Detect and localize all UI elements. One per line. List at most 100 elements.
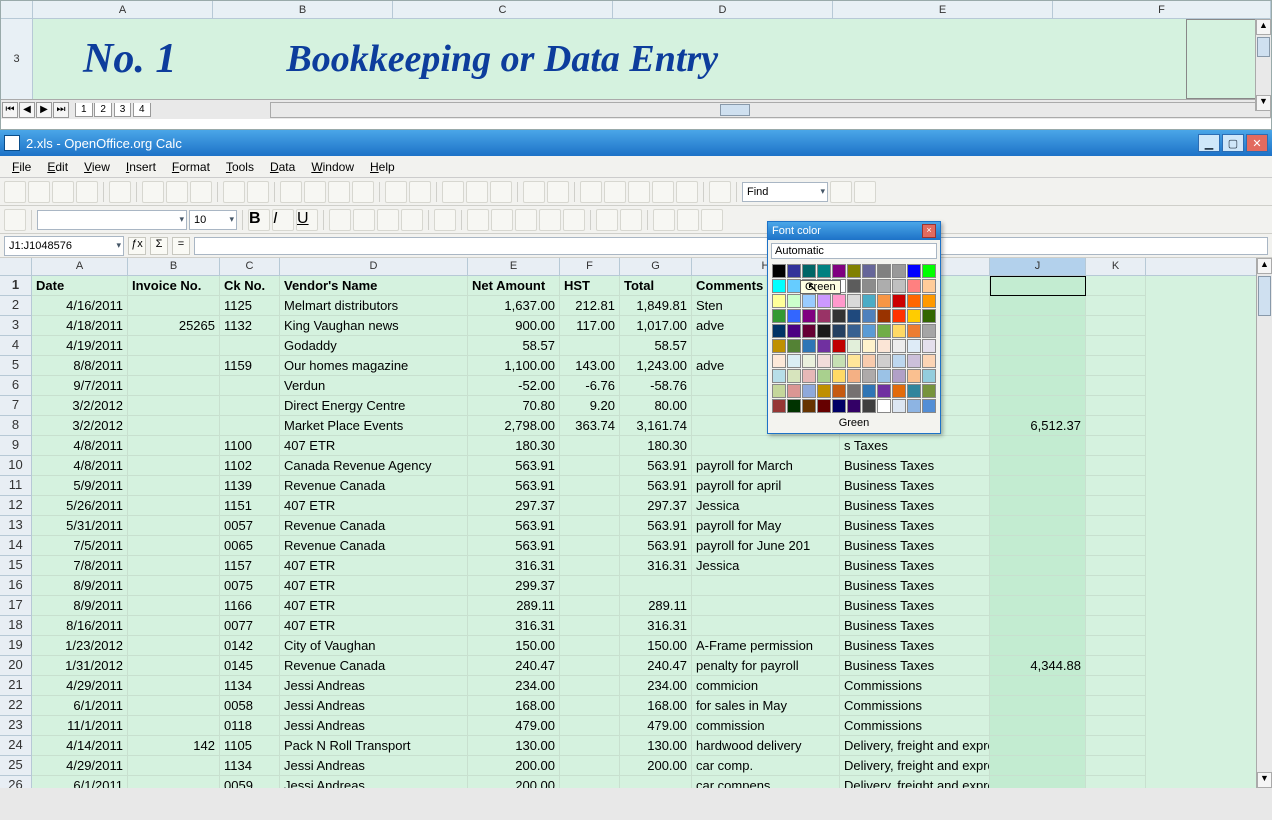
cell[interactable] (560, 476, 620, 496)
cell[interactable]: 479.00 (468, 716, 560, 736)
cell[interactable] (1086, 776, 1146, 788)
color-swatch[interactable] (922, 354, 936, 368)
cell[interactable]: 6/1/2011 (32, 776, 128, 788)
cell[interactable]: City of Vaughan (280, 636, 468, 656)
cell[interactable]: commicion (692, 676, 840, 696)
cell[interactable]: Invoice No. (128, 276, 220, 296)
cell[interactable]: 407 ETR (280, 496, 468, 516)
color-swatch[interactable] (847, 384, 861, 398)
cell[interactable]: Date (32, 276, 128, 296)
col-header-j[interactable]: J (990, 258, 1086, 275)
color-swatch[interactable] (877, 384, 891, 398)
cell[interactable] (220, 336, 280, 356)
cell[interactable] (128, 296, 220, 316)
cell[interactable] (560, 656, 620, 676)
col-header-a[interactable]: A (32, 258, 128, 275)
color-swatch[interactable] (817, 264, 831, 278)
color-swatch[interactable] (847, 369, 861, 383)
col-header-d[interactable]: D (280, 258, 468, 275)
cell[interactable]: payroll for May (692, 516, 840, 536)
format-paintbrush-button[interactable] (352, 181, 374, 203)
autospell-button[interactable] (247, 181, 269, 203)
cell[interactable]: hardwood delivery (692, 736, 840, 756)
cell[interactable]: Jessi Andreas (280, 676, 468, 696)
cell[interactable]: 5/9/2011 (32, 476, 128, 496)
cell[interactable]: 1159 (220, 356, 280, 376)
cell[interactable]: 4/16/2011 (32, 296, 128, 316)
cell[interactable]: 4/18/2011 (32, 316, 128, 336)
edit-file-button[interactable] (109, 181, 131, 203)
cell[interactable] (1086, 636, 1146, 656)
cell[interactable]: 8/9/2011 (32, 596, 128, 616)
cell[interactable]: 1,849.81 (620, 296, 692, 316)
cell[interactable]: 180.30 (620, 436, 692, 456)
show-draw-button[interactable] (547, 181, 569, 203)
window-maximize-button[interactable] (1222, 134, 1244, 152)
sheet-tab-2[interactable]: 2 (94, 103, 112, 117)
align-left-button[interactable] (329, 209, 351, 231)
cell[interactable] (990, 396, 1086, 416)
row-header[interactable]: 12 (0, 496, 32, 516)
cell[interactable]: 0075 (220, 576, 280, 596)
cell[interactable]: 7/8/2011 (32, 556, 128, 576)
color-swatch[interactable] (892, 384, 906, 398)
font-color-close-button[interactable]: × (922, 224, 936, 238)
cell[interactable]: 3/2/2012 (32, 416, 128, 436)
spellcheck-button[interactable] (223, 181, 245, 203)
cell[interactable]: 180.30 (468, 436, 560, 456)
color-swatch[interactable] (772, 399, 786, 413)
cell[interactable]: Canada Revenue Agency (280, 456, 468, 476)
cell[interactable] (990, 616, 1086, 636)
add-decimal-button[interactable] (539, 209, 561, 231)
color-swatch[interactable] (802, 339, 816, 353)
cell[interactable]: King Vaughan news (280, 316, 468, 336)
cell[interactable]: payroll for June 201 (692, 536, 840, 556)
color-swatch[interactable] (847, 294, 861, 308)
cell[interactable]: 240.47 (468, 656, 560, 676)
copy-button[interactable] (304, 181, 326, 203)
teaser-v-scrollbar[interactable]: ▲▼ (1255, 19, 1271, 111)
cell[interactable] (1086, 676, 1146, 696)
cell[interactable]: 9.20 (560, 396, 620, 416)
row-header[interactable]: 13 (0, 516, 32, 536)
color-swatch[interactable] (817, 399, 831, 413)
color-swatch[interactable] (907, 339, 921, 353)
cell[interactable]: 25265 (128, 316, 220, 336)
cell[interactable] (560, 516, 620, 536)
redo-button[interactable] (409, 181, 431, 203)
color-swatch[interactable] (772, 354, 786, 368)
cell[interactable]: Business Taxes (840, 636, 990, 656)
cell[interactable] (990, 576, 1086, 596)
cell[interactable]: 563.91 (468, 516, 560, 536)
cell[interactable]: 4/8/2011 (32, 456, 128, 476)
cell[interactable]: 316.31 (620, 556, 692, 576)
color-swatch[interactable] (892, 294, 906, 308)
cell[interactable] (692, 616, 840, 636)
color-swatch[interactable] (862, 279, 876, 293)
cell[interactable] (1086, 576, 1146, 596)
cell[interactable]: 4/14/2011 (32, 736, 128, 756)
cell[interactable]: 7/5/2011 (32, 536, 128, 556)
cell[interactable]: 1/31/2012 (32, 656, 128, 676)
cell[interactable]: 142 (128, 736, 220, 756)
color-swatch[interactable] (787, 399, 801, 413)
chart-button[interactable] (523, 181, 545, 203)
color-swatch[interactable] (787, 369, 801, 383)
menu-data[interactable]: Data (262, 158, 303, 176)
row-header[interactable]: 10 (0, 456, 32, 476)
cell[interactable] (990, 516, 1086, 536)
cell[interactable]: 297.37 (468, 496, 560, 516)
row-header[interactable]: 4 (0, 336, 32, 356)
cell[interactable] (1086, 316, 1146, 336)
cell[interactable] (128, 336, 220, 356)
cell[interactable]: s Taxes (840, 436, 990, 456)
cell[interactable] (692, 436, 840, 456)
cell[interactable]: 407 ETR (280, 436, 468, 456)
color-swatch[interactable] (922, 339, 936, 353)
cell[interactable]: 143.00 (560, 356, 620, 376)
cell[interactable]: Delivery, freight and express (840, 776, 990, 788)
cell[interactable]: 1105 (220, 736, 280, 756)
gallery-button[interactable] (628, 181, 650, 203)
cell[interactable] (560, 776, 620, 788)
currency-button[interactable] (467, 209, 489, 231)
